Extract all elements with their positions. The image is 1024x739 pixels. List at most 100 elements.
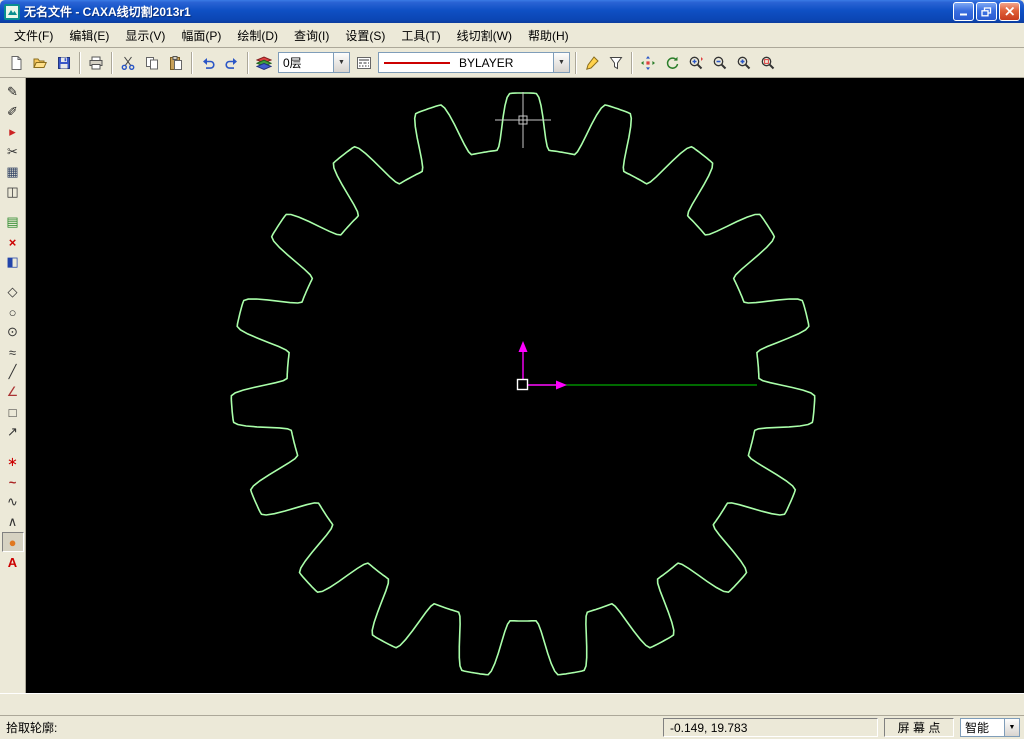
zoom-dynamic-button[interactable] <box>684 51 708 75</box>
screen-point-label: 屏 幕 点 <box>898 719 941 736</box>
equidistance-tool-glyph: ● <box>9 535 17 550</box>
menu-query[interactable]: 查询(I) <box>286 24 337 47</box>
snap-mode-select[interactable]: 智能 ▼ <box>960 718 1020 737</box>
contour-tool[interactable]: ∿ <box>2 492 24 512</box>
library-tool[interactable]: ◧ <box>2 252 24 272</box>
point-tool-glyph: ∗ <box>7 454 18 470</box>
hide-tool[interactable]: ▦ <box>2 162 24 182</box>
chevron-down-icon[interactable]: ▼ <box>333 53 349 72</box>
statusbar: 拾取轮廓: -0.149, 19.783 屏 幕 点 智能 ▼ <box>0 715 1024 739</box>
redo-button[interactable] <box>220 51 244 75</box>
zoom-out-icon <box>712 55 728 71</box>
toolbar-separator <box>247 52 249 74</box>
paste-button[interactable] <box>164 51 188 75</box>
restore-icon <box>981 7 992 17</box>
drawing-canvas[interactable] <box>26 78 1024 693</box>
new-file-icon <box>8 55 24 71</box>
statusbar-right: -0.149, 19.783 屏 幕 点 智能 ▼ <box>663 718 1020 737</box>
ellipse-tool[interactable]: ○ <box>2 302 24 322</box>
chamfer-tool[interactable]: ∧ <box>2 512 24 532</box>
rectangle-tool[interactable]: □ <box>2 402 24 422</box>
command-prompt: 拾取轮廓: <box>4 719 663 736</box>
rectangle-tool-glyph: □ <box>9 405 17 420</box>
delete-tool[interactable]: × <box>2 232 24 252</box>
hide-tool-glyph: ▦ <box>6 164 18 180</box>
menu-wirecut[interactable]: 线切割(W) <box>449 24 520 47</box>
formula-curve-tool[interactable]: ⊙ <box>2 322 24 342</box>
zoom-dynamic-icon <box>688 55 704 71</box>
layers-button[interactable] <box>252 51 276 75</box>
zoom-all-icon <box>760 55 776 71</box>
minimize-icon <box>959 7 969 16</box>
undo-button[interactable] <box>196 51 220 75</box>
toolbar-separator <box>191 52 193 74</box>
image-tool[interactable]: ▤ <box>2 212 24 232</box>
color-linetype-select[interactable]: BYLAYER ▼ <box>378 52 570 73</box>
spline-tool-glyph: ≈ <box>9 345 16 360</box>
window-title: 无名文件 - CAXA线切割2013r1 <box>24 3 953 20</box>
point-tool[interactable]: ∗ <box>2 452 24 472</box>
transition-tool[interactable]: ◫ <box>2 182 24 202</box>
curve-tool-glyph: ✐ <box>7 104 18 120</box>
save-button[interactable] <box>52 51 76 75</box>
pan-view-button[interactable] <box>636 51 660 75</box>
menu-draw[interactable]: 绘制(D) <box>229 24 286 47</box>
curve-tool[interactable]: ✐ <box>2 102 24 122</box>
app-icon <box>4 4 20 20</box>
titlebar[interactable]: 无名文件 - CAXA线切割2013r1 <box>0 0 1024 23</box>
chevron-down-icon[interactable]: ▼ <box>1004 719 1019 736</box>
text-tool[interactable]: A <box>2 552 24 572</box>
layers-icon <box>256 55 272 71</box>
restore-button[interactable] <box>976 2 997 21</box>
open-file-button[interactable] <box>28 51 52 75</box>
menubar: 文件(F) 编辑(E) 显示(V) 幅面(P) 绘制(D) 查询(I) 设置(S… <box>0 23 1024 48</box>
chamfer-tool-glyph: ∧ <box>8 514 18 530</box>
sketch-tool[interactable]: ✎ <box>2 82 24 102</box>
close-button[interactable] <box>999 2 1020 21</box>
zoom-out-button[interactable] <box>708 51 732 75</box>
rotate-icon <box>664 55 680 71</box>
angle-line-tool[interactable]: ∠ <box>2 382 24 402</box>
center-line-tool[interactable]: ↗ <box>2 422 24 442</box>
equidistance-tool[interactable]: ● <box>2 532 24 552</box>
cut-button[interactable] <box>116 51 140 75</box>
canvas-drawing <box>26 78 1024 693</box>
new-file-button[interactable] <box>4 51 28 75</box>
menu-sheet[interactable]: 幅面(P) <box>173 24 229 47</box>
snap-mode-value: 智能 <box>961 719 1004 736</box>
ellipse-tool-glyph: ○ <box>9 305 17 320</box>
minimize-button[interactable] <box>953 2 974 21</box>
layer-select-value: 0层 <box>279 54 333 71</box>
print-button[interactable] <box>84 51 108 75</box>
zoom-all-button[interactable] <box>756 51 780 75</box>
rotate-view-button[interactable] <box>660 51 684 75</box>
cut-icon <box>120 55 136 71</box>
pick-tool[interactable]: ▸ <box>2 122 24 142</box>
zoom-in-button[interactable] <box>732 51 756 75</box>
polygon-tool-glyph: ◇ <box>8 284 18 300</box>
open-file-icon <box>32 55 48 71</box>
screen-point-toggle[interactable]: 屏 幕 点 <box>884 718 954 737</box>
chevron-down-icon[interactable]: ▼ <box>553 53 569 72</box>
copy-button[interactable] <box>140 51 164 75</box>
menu-tools[interactable]: 工具(T) <box>393 24 448 47</box>
line-tool[interactable]: ╱ <box>2 362 24 382</box>
polygon-tool[interactable]: ◇ <box>2 282 24 302</box>
trim-tool[interactable]: ✂ <box>2 142 24 162</box>
center-line-tool-glyph: ↗ <box>7 424 18 440</box>
menu-settings[interactable]: 设置(S) <box>337 24 393 47</box>
menu-view[interactable]: 显示(V) <box>117 24 173 47</box>
layer-select[interactable]: 0层 ▼ <box>278 52 350 73</box>
menu-help[interactable]: 帮助(H) <box>520 24 577 47</box>
linetype-button[interactable] <box>352 51 376 75</box>
axis-y-arrowhead <box>519 341 528 352</box>
format-painter-button[interactable] <box>580 51 604 75</box>
text-tool-glyph: A <box>8 555 17 570</box>
pick-filter-button[interactable] <box>604 51 628 75</box>
spline-tool[interactable]: ≈ <box>2 342 24 362</box>
menu-file[interactable]: 文件(F) <box>6 24 61 47</box>
wave-tool[interactable]: ~ <box>2 472 24 492</box>
menu-edit[interactable]: 编辑(E) <box>61 24 117 47</box>
linetype-icon <box>356 55 372 71</box>
current-line-sample <box>384 62 450 64</box>
